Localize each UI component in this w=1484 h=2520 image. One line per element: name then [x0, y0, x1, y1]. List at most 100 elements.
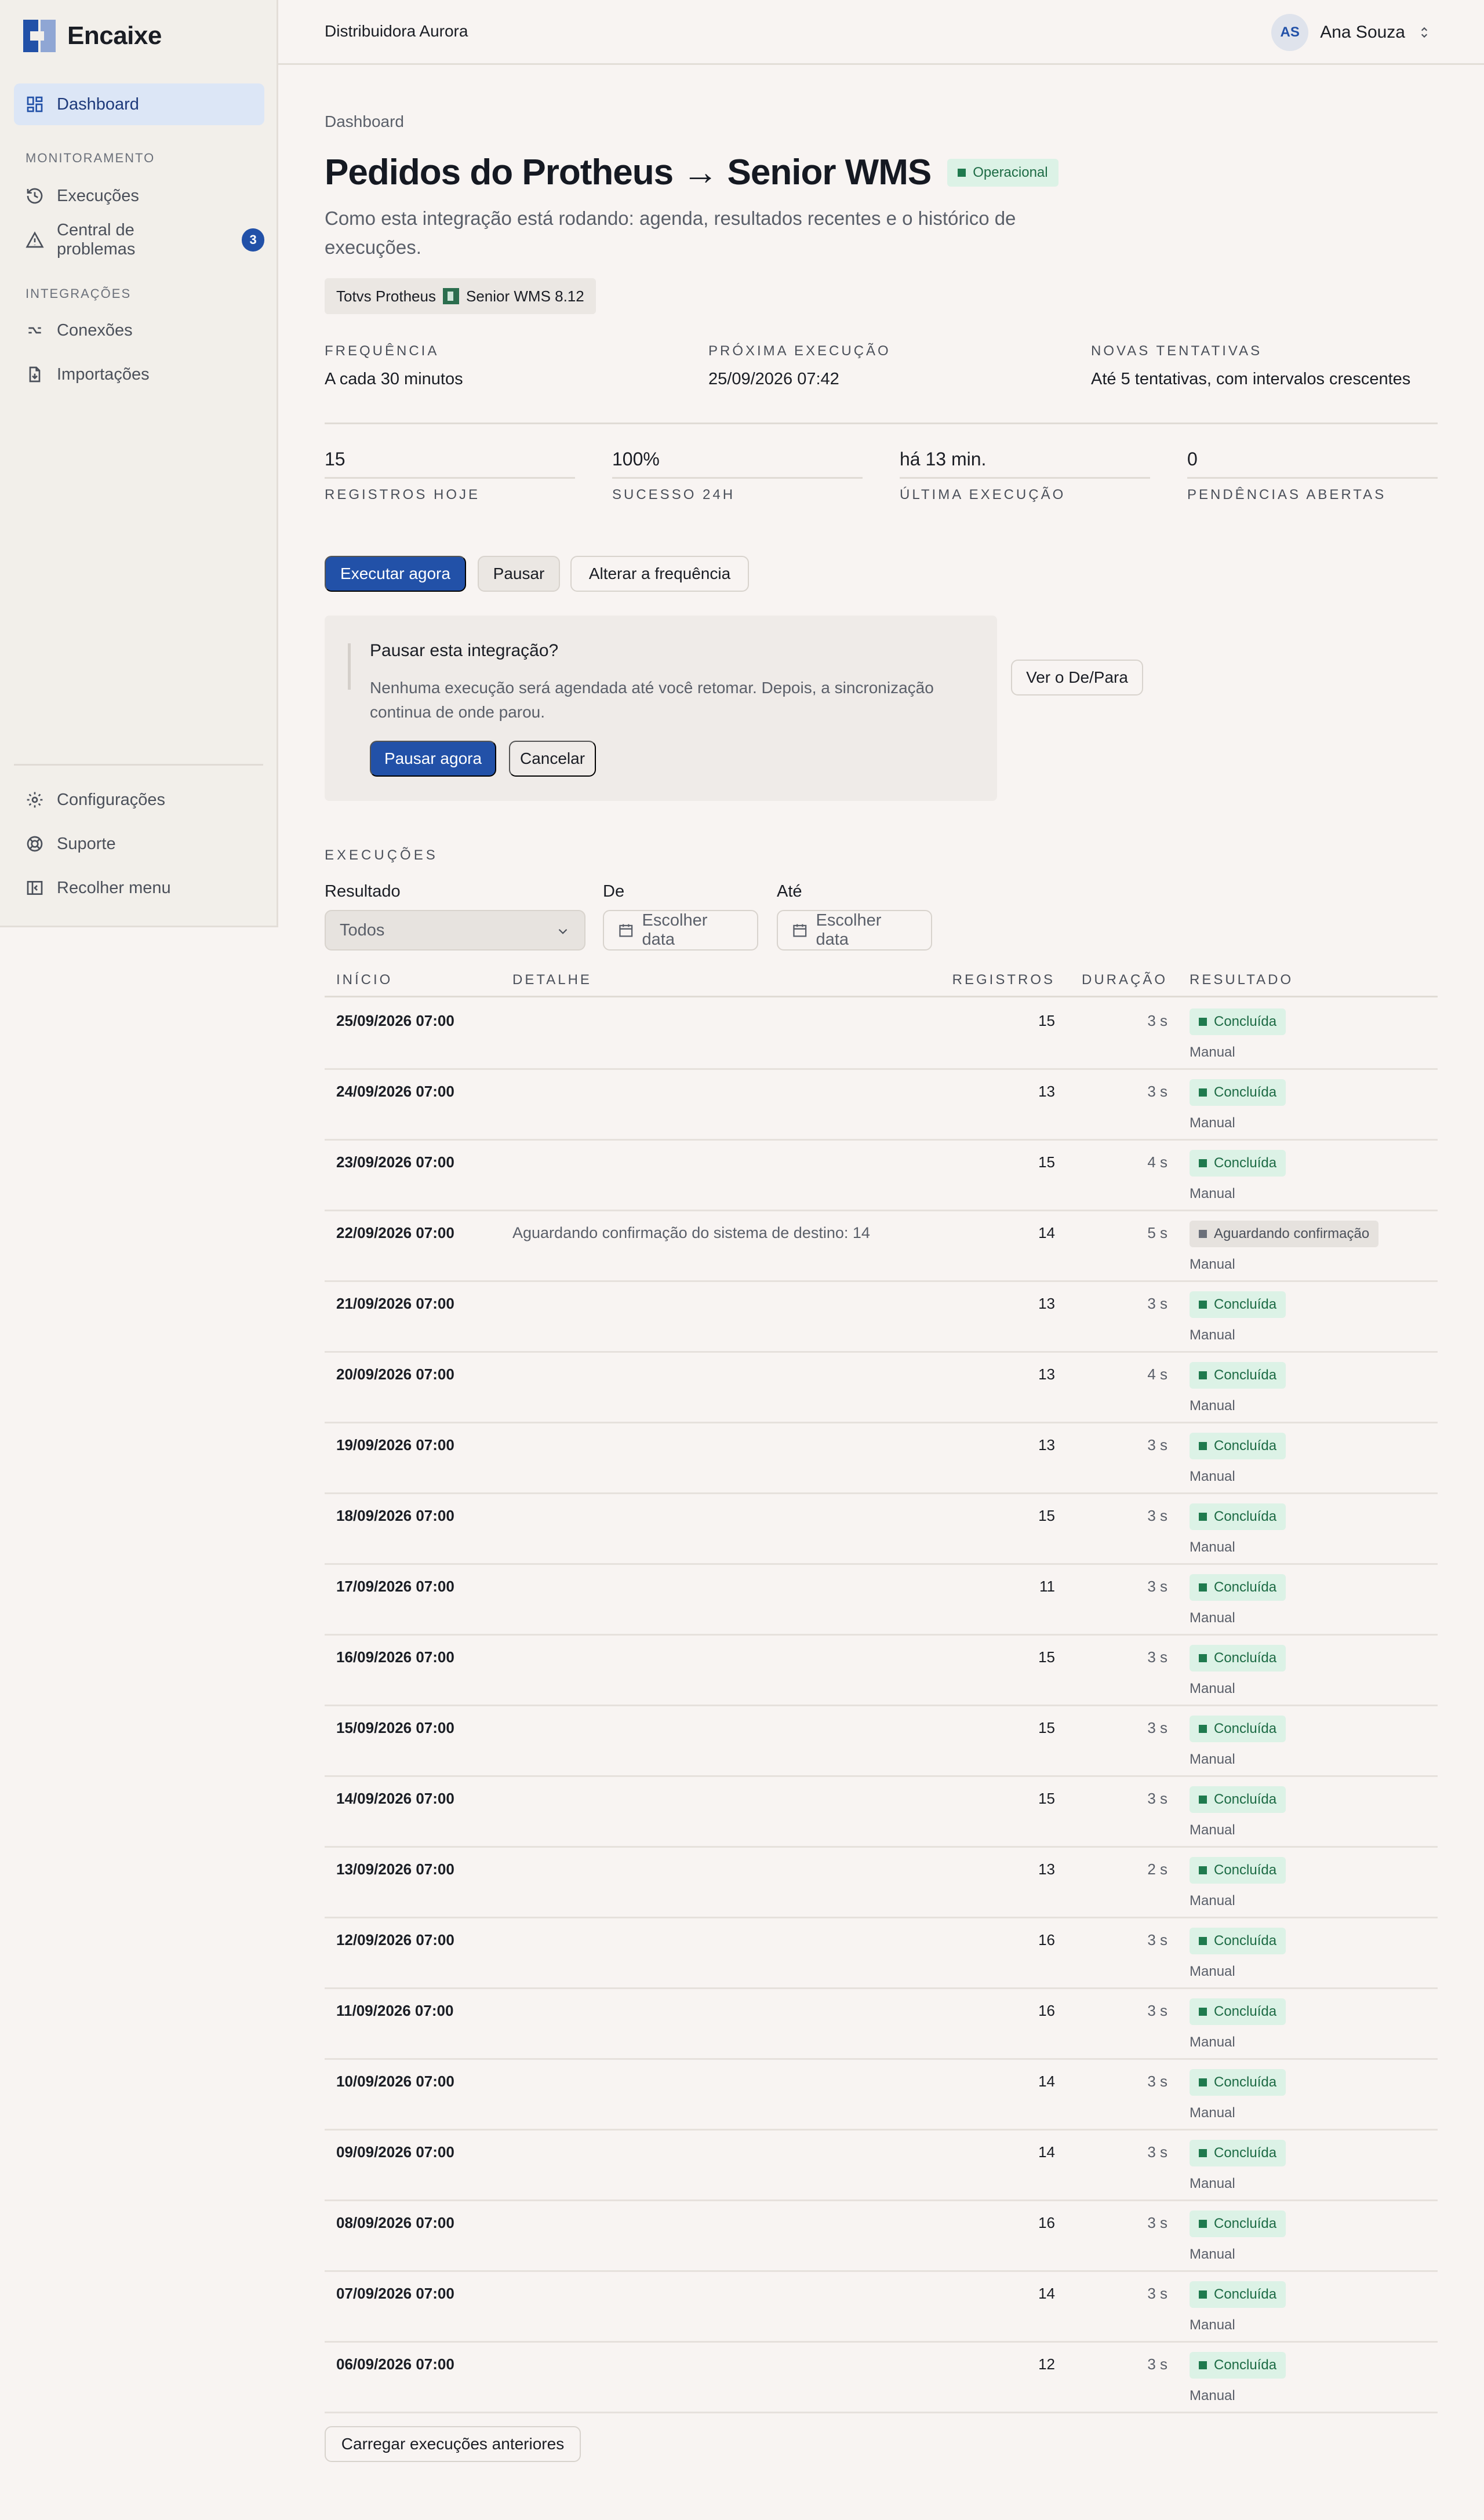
load-more-button[interactable]: Carregar execuções anteriores	[325, 2426, 581, 2462]
table-row[interactable]: 13/09/2026 07:00 13 2 s Concluída Manual	[325, 1848, 1438, 1918]
result-label: Concluída	[1214, 1438, 1277, 1454]
table-row[interactable]: 14/09/2026 07:00 15 3 s Concluída Manual	[325, 1777, 1438, 1848]
stat-label: SUCESSO 24H	[612, 487, 736, 502]
result-badge: Concluída	[1190, 1716, 1286, 1742]
result-label: Aguardando confirmação	[1214, 1226, 1370, 1241]
table-row[interactable]: 08/09/2026 07:00 16 3 s Concluída Manual	[325, 2201, 1438, 2272]
target-system: Senior WMS 8.12	[465, 287, 584, 305]
table-row[interactable]: 23/09/2026 07:00 15 4 s Concluída Manual	[325, 1141, 1438, 1211]
meta-frequency: FREQUÊNCIA A cada 30 minutos	[325, 343, 463, 389]
meta-value: A cada 30 minutos	[325, 370, 463, 388]
systems-chip: Totvs Protheus Senior WMS 8.12	[325, 278, 596, 314]
cell-duration: 4 s	[1147, 1153, 1167, 1171]
column-records[interactable]: REGISTROS	[952, 972, 1055, 988]
organization-name: Distribuidora Aurora	[325, 22, 468, 40]
date-to-picker[interactable]: Escolher data	[777, 910, 932, 951]
table-row[interactable]: 20/09/2026 07:00 13 4 s Concluída Manual	[325, 1353, 1438, 1423]
status-square-icon	[1199, 1866, 1207, 1874]
meta-next-run: PRÓXIMA EXECUÇÃO 25/09/2026 07:42	[708, 343, 891, 389]
brand[interactable]: Encaixe	[23, 20, 162, 52]
sidebar-item-settings[interactable]: Configurações	[14, 779, 264, 821]
table-row[interactable]: 21/09/2026 07:00 13 3 s Concluída Manual	[325, 1282, 1438, 1353]
table-row[interactable]: 25/09/2026 07:00 15 3 s Concluída Manual	[325, 999, 1438, 1070]
filter-from-label: De	[603, 882, 625, 901]
executions-table-header: INÍCIO DETALHE REGISTROS DURAÇÃO RESULTA…	[325, 972, 1438, 997]
table-row[interactable]: 06/09/2026 07:00 12 3 s Concluída Manual	[325, 2343, 1438, 2413]
sidebar-item-label: Central de problemas	[57, 221, 136, 258]
cancel-button[interactable]: Cancelar	[509, 741, 596, 777]
cell-start: 22/09/2026 07:00	[336, 1224, 454, 1241]
table-row[interactable]: 17/09/2026 07:00 11 3 s Concluída Manual	[325, 1565, 1438, 1636]
column-start[interactable]: INÍCIO	[336, 972, 392, 988]
cell-start: 23/09/2026 07:00	[336, 1153, 454, 1171]
date-from-picker[interactable]: Escolher data	[603, 910, 758, 951]
cell-duration: 3 s	[1147, 1719, 1167, 1736]
status-square-icon	[1199, 1159, 1207, 1167]
result-filter-select[interactable]: Todos	[325, 910, 585, 951]
cell-trigger-source: Manual	[1190, 1964, 1235, 1979]
page-subtitle: Como esta integração está rodando: agend…	[325, 207, 1016, 258]
pause-button[interactable]: Pausar	[478, 556, 560, 592]
cell-start: 11/09/2026 07:00	[336, 2002, 454, 2019]
result-label: Concluída	[1214, 2216, 1277, 2231]
table-row[interactable]: 16/09/2026 07:00 15 3 s Concluída Manual	[325, 1636, 1438, 1706]
table-row[interactable]: 19/09/2026 07:00 13 3 s Concluída Manual	[325, 1423, 1438, 1494]
calendar-icon	[793, 924, 807, 937]
cell-duration: 2 s	[1147, 1860, 1167, 1878]
cell-trigger-source: Manual	[1190, 1257, 1235, 1272]
status-square-icon	[1199, 1513, 1207, 1521]
nav-section-monitoring: MONITORAMENTO	[26, 151, 155, 165]
change-frequency-button[interactable]: Alterar a frequência	[570, 556, 749, 592]
nav-section-integrations: INTEGRAÇÕES	[26, 286, 132, 301]
column-duration[interactable]: DURAÇÃO	[1082, 972, 1167, 988]
dashboard-icon	[27, 96, 43, 112]
title-row: Pedidos do Protheus → Senior WMS Operaci…	[325, 152, 1059, 193]
sidebar-item-dashboard[interactable]: Dashboard	[14, 83, 264, 125]
cell-trigger-source: Manual	[1190, 1327, 1235, 1343]
sidebar-item-support[interactable]: Suporte	[14, 823, 264, 865]
cell-records: 13	[1038, 1365, 1055, 1383]
table-row[interactable]: 07/09/2026 07:00 14 3 s Concluída Manual	[325, 2272, 1438, 2343]
table-row[interactable]: 09/09/2026 07:00 14 3 s Concluída Manual	[325, 2131, 1438, 2201]
sidebar-item-executions[interactable]: Execuções	[14, 175, 264, 217]
status-square-icon	[1199, 2078, 1207, 2086]
stat-value: há 13 min.	[900, 449, 1150, 479]
sidebar-item-collapse[interactable]: Recolher menu	[14, 867, 264, 909]
stat-records-today: 15 REGISTROS HOJE	[325, 449, 575, 503]
table-row[interactable]: 11/09/2026 07:00 16 3 s Concluída Manual	[325, 1989, 1438, 2060]
table-row[interactable]: 22/09/2026 07:00 Aguardando confirmação d…	[325, 1211, 1438, 1282]
meta-label: NOVAS TENTATIVAS	[1091, 343, 1263, 359]
cell-start: 24/09/2026 07:00	[336, 1083, 454, 1100]
cell-duration: 3 s	[1147, 1295, 1167, 1312]
user-menu[interactable]: AS Ana Souza	[1271, 14, 1432, 51]
sidebar-item-imports[interactable]: Importações	[14, 354, 264, 395]
table-row[interactable]: 12/09/2026 07:00 16 3 s Concluída Manual	[325, 1918, 1438, 1989]
cell-start: 25/09/2026 07:00	[336, 1012, 454, 1029]
status-square-icon	[1199, 1937, 1207, 1945]
file-import-icon	[29, 366, 41, 383]
confirm-pause-button[interactable]: Pausar agora	[370, 741, 496, 777]
status-label: Operacional	[973, 164, 1048, 180]
result-badge: Concluída	[1190, 1928, 1286, 1954]
breadcrumb[interactable]: Dashboard	[325, 112, 404, 131]
stat-pending: 0 PENDÊNCIAS ABERTAS	[1187, 449, 1438, 503]
table-row[interactable]: 24/09/2026 07:00 13 3 s Concluída Manual	[325, 1070, 1438, 1141]
page-title: Pedidos do Protheus → Senior WMS	[325, 152, 932, 192]
cell-duration: 3 s	[1147, 2355, 1167, 2373]
cell-trigger-source: Manual	[1190, 1115, 1235, 1131]
cell-records: 15	[1038, 1153, 1055, 1171]
status-square-icon	[958, 168, 966, 177]
sidebar-item-problems[interactable]: Central de problemas 3	[14, 219, 264, 261]
table-row[interactable]: 18/09/2026 07:00 15 3 s Concluída Manual	[325, 1494, 1438, 1565]
table-row[interactable]: 10/09/2026 07:00 14 3 s Concluída Manual	[325, 2060, 1438, 2131]
stat-last-run: há 13 min. ÚLTIMA EXECUÇÃO	[900, 449, 1150, 503]
collapse-sidebar-icon	[27, 881, 43, 895]
run-now-button[interactable]: Executar agora	[325, 556, 466, 592]
result-label: Concluída	[1214, 1297, 1277, 1312]
cell-records: 14	[1038, 2143, 1055, 2161]
cell-start: 20/09/2026 07:00	[336, 1365, 454, 1383]
cell-trigger-source: Manual	[1190, 2105, 1235, 2121]
view-mapping-button[interactable]: Ver o De/Para	[1011, 660, 1143, 695]
table-row[interactable]: 15/09/2026 07:00 15 3 s Concluída Manual	[325, 1706, 1438, 1777]
sidebar-item-connections[interactable]: Conexões	[14, 309, 264, 351]
